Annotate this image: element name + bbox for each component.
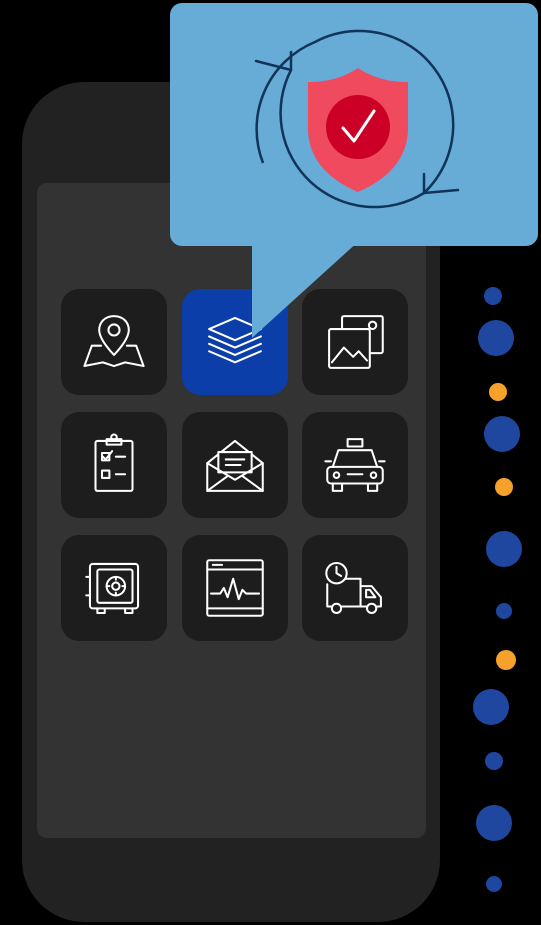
app-tile-taxi[interactable] (302, 412, 408, 518)
app-tile-checklist[interactable] (61, 412, 167, 518)
app-tile-monitor[interactable] (182, 535, 288, 641)
decor-dot (496, 650, 516, 670)
app-tile-map[interactable] (61, 289, 167, 395)
illustration-canvas (0, 0, 541, 925)
app-tile-mail[interactable] (182, 412, 288, 518)
decor-dot (495, 478, 513, 496)
app-tile-safe[interactable] (61, 535, 167, 641)
delivery-truck-clock-icon (325, 562, 382, 614)
decor-dot (484, 416, 520, 452)
decor-dot (478, 320, 514, 356)
decor-dot (484, 287, 502, 305)
decor-dot (486, 876, 502, 892)
map-pin-icon (83, 315, 145, 368)
decor-dot (485, 752, 503, 770)
app-tile-layers[interactable] (182, 289, 288, 395)
image-gallery-icon (328, 315, 384, 369)
open-envelope-icon (206, 439, 264, 492)
decor-dot (473, 689, 509, 725)
decor-dot (476, 805, 512, 841)
safe-icon (85, 562, 140, 614)
decor-dot (496, 603, 512, 619)
decor-dot (489, 383, 507, 401)
security-popup (170, 3, 538, 246)
pulse-monitor-icon (206, 559, 264, 617)
app-tile-gallery[interactable] (302, 289, 408, 395)
clipboard-checklist-icon (94, 433, 134, 492)
app-tile-delivery[interactable] (302, 535, 408, 641)
decor-dot (486, 531, 522, 567)
layers-icon (208, 316, 262, 364)
taxi-icon (324, 438, 386, 492)
